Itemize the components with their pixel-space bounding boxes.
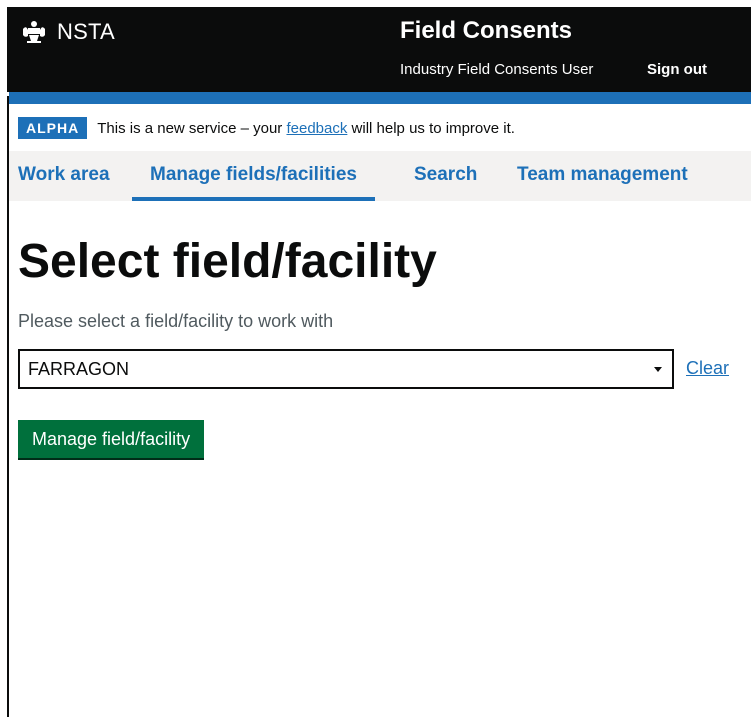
- sign-out-link[interactable]: Sign out: [647, 61, 707, 78]
- field-facility-select[interactable]: FARRAGON: [18, 349, 674, 389]
- header: NSTA Field Consents Industry Field Conse…: [7, 7, 751, 92]
- service-name[interactable]: Field Consents: [400, 17, 572, 45]
- phase-text-after: will help us to improve it.: [347, 119, 515, 137]
- nav-item-manage-fields[interactable]: Manage fields/facilities: [132, 151, 375, 201]
- user-name: Industry Field Consents User: [400, 61, 594, 78]
- nav-item-team-management[interactable]: Team management: [517, 151, 688, 201]
- select-value: FARRAGON: [28, 359, 130, 379]
- page-title: Select field/facility: [18, 235, 437, 288]
- nav-item-search[interactable]: Search: [414, 151, 477, 201]
- clear-link[interactable]: Clear: [686, 358, 729, 379]
- phase-tag: ALPHA: [18, 117, 88, 139]
- manage-field-facility-button[interactable]: Manage field/facility: [18, 420, 205, 458]
- nav-item-work-area[interactable]: Work area: [18, 151, 110, 201]
- page: NSTA Field Consents Industry Field Conse…: [0, 0, 751, 717]
- header-accent-bar: [9, 92, 751, 104]
- logo[interactable]: NSTA: [19, 19, 115, 45]
- chevron-down-icon: [654, 367, 662, 372]
- phase-text-before: This is a new service – your: [97, 119, 287, 137]
- crest-icon: [19, 19, 49, 45]
- phase-banner-text: This is a new service – your feedback wi…: [97, 120, 515, 137]
- phase-banner: ALPHA This is a new service – your feedb…: [18, 117, 515, 139]
- logo-text: NSTA: [57, 19, 115, 44]
- primary-navigation: Work area Manage fields/facilities Searc…: [9, 151, 751, 201]
- field-hint: Please select a field/facility to work w…: [18, 311, 334, 331]
- feedback-link[interactable]: feedback: [286, 120, 347, 137]
